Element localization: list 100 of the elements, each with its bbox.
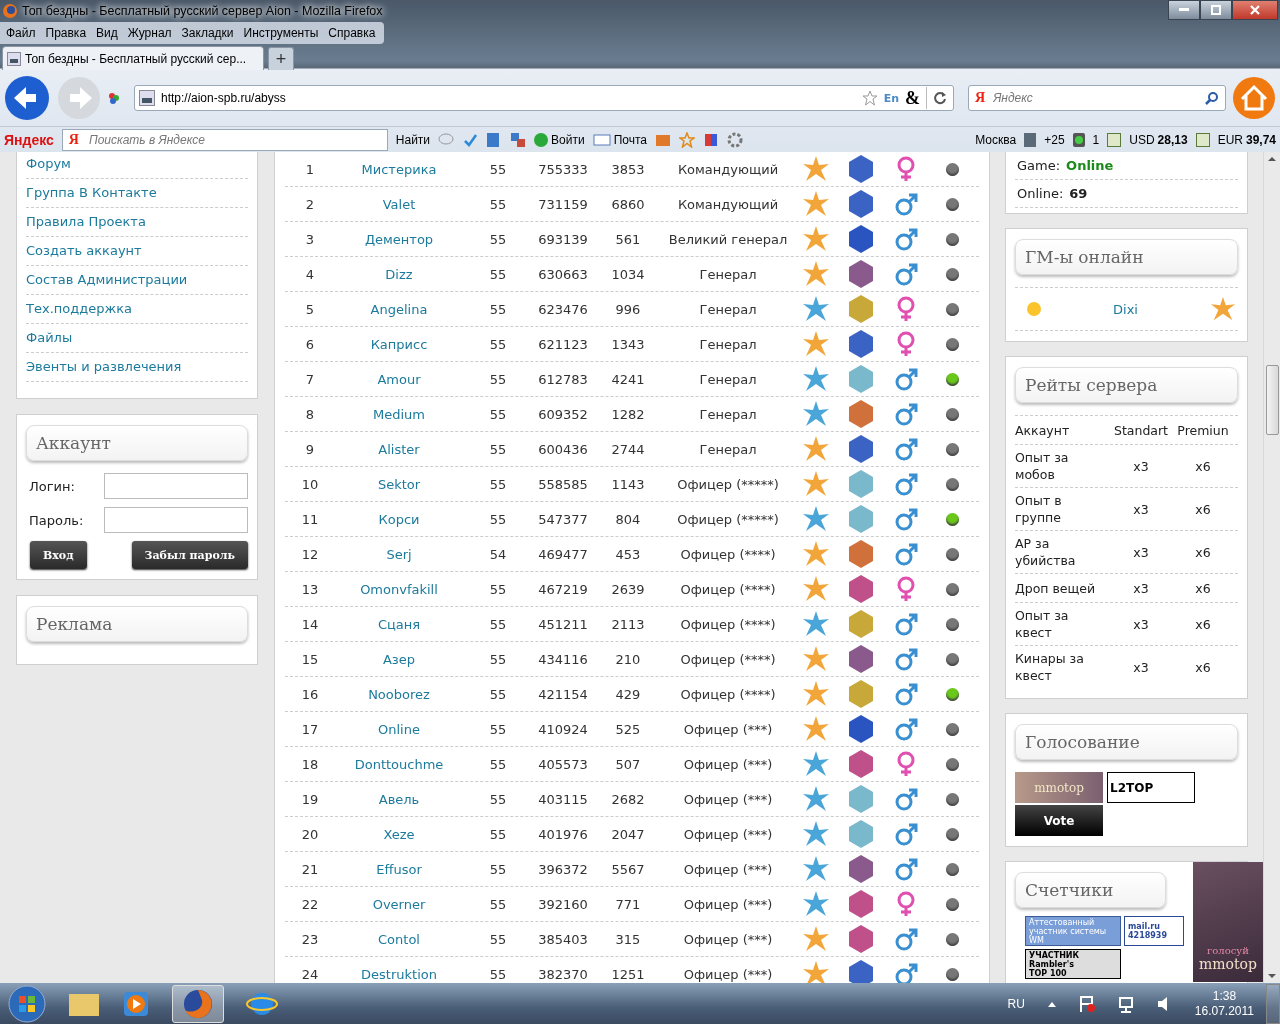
vote-banner[interactable]: Vote [1015,805,1103,836]
yandex-logo[interactable]: Яндекс [4,131,54,148]
player-link[interactable]: Medium [335,406,463,422]
player-link[interactable]: Serj [335,546,463,562]
counter-banner[interactable]: Аттестованный участник системы WM [1025,916,1121,946]
menu-item[interactable]: Файл [6,26,36,40]
nav-link[interactable]: Эвенты и развлечения [26,355,248,382]
nav-link[interactable]: Файлы [26,326,248,353]
table-cell-text: Офицер (****) [679,616,777,632]
vote-banner[interactable]: mmotop [1015,772,1103,803]
player-link[interactable]: Корси [335,511,463,527]
search-field[interactable]: Я Яндекс [968,85,1226,111]
status-label: Game: [1017,158,1061,173]
password-field[interactable] [104,507,248,533]
player-link[interactable]: Overner [335,896,463,912]
address-field[interactable]: http://aion-spb.ru/abyss En & [134,85,954,111]
weather-city[interactable]: Москва [975,132,1017,147]
table-cell-text: 429 [614,686,642,702]
forgot-password-button[interactable]: Забыл пароль [131,541,248,569]
nav-link[interactable]: Правила Проекта [26,210,248,237]
menu-item[interactable]: Вид [96,26,118,40]
player-link[interactable]: Alister [335,441,463,457]
amp-indicator[interactable]: & [905,87,920,109]
new-tab-button[interactable]: + [268,47,294,70]
find-button[interactable]: Найти [395,132,431,147]
taskbar-button[interactable] [172,984,224,1023]
login-button[interactable]: Вход [30,541,87,569]
menu-item[interactable]: Инструменты [243,26,319,40]
restore-icon [1211,5,1221,15]
start-button[interactable] [8,984,46,1023]
player-link[interactable]: Авель [335,791,463,807]
search-icon[interactable] [1205,91,1219,105]
player-link[interactable]: Nooborez [335,686,463,702]
table-cell-text: 405573 [537,756,589,772]
player-link[interactable]: Angelina [335,301,463,317]
menu-item[interactable]: Закладки [181,26,234,40]
language-indicator[interactable]: RU [1007,996,1025,1011]
traffic-icon [1072,132,1085,147]
back-button[interactable] [4,75,50,121]
field-label: Пароль: [29,512,84,528]
vote-overlay-banner[interactable]: голосуй mmotop [1193,862,1263,982]
yandex-search-field[interactable]: Я Поискать в Яндексе [61,128,388,151]
menu-item[interactable]: Правка [45,26,87,40]
player-link[interactable]: Каприсс [335,336,463,352]
player-link[interactable]: Destruktion [335,966,463,982]
nav-link[interactable]: Форум [26,152,248,179]
reload-icon[interactable] [933,91,947,105]
table-cell-text: Офицер (****) [679,581,777,597]
clock[interactable]: 1:38 16.07.2011 [1194,988,1254,1019]
player-link[interactable]: Мистерика [335,161,463,177]
nav-link[interactable]: Тех.поддержка [26,297,248,324]
counter-banner[interactable]: УЧАСТНИК Rambler's TOP 100 [1025,949,1121,979]
gm-link[interactable]: Dixi [1113,301,1138,317]
dots-icon[interactable] [108,92,120,104]
language-indicator[interactable]: En [883,91,899,105]
player-link[interactable]: Сцаня [335,616,463,632]
player-link[interactable]: Valet [335,196,463,212]
cube-icon[interactable] [703,131,719,148]
star-icon[interactable] [679,131,695,148]
player-link[interactable]: Omonvfakill [335,581,463,597]
media-player-icon[interactable] [122,989,150,1018]
nav-link[interactable]: Состав Администрации [26,268,248,295]
scrollbar-thumb[interactable] [1265,365,1279,435]
login-field[interactable] [104,473,248,499]
home-button[interactable] [1232,76,1276,120]
usd-rate[interactable]: USD 28,13 [1129,132,1188,147]
vote-banner[interactable]: L2TOP [1107,772,1195,803]
browser-tab[interactable]: Топ бездны - Бесплатный русский сер... [2,46,264,70]
player-link[interactable]: Donttouchme [335,756,463,772]
settings-icon[interactable] [727,131,743,148]
nav-link[interactable]: Группа В Контакте [26,181,248,208]
traffic-level[interactable]: 1 [1092,132,1100,147]
player-link[interactable]: Effusor [335,861,463,877]
table-cell-text: x6 [1194,543,1212,561]
network-icon[interactable] [1116,994,1135,1013]
player-link[interactable]: Contol [335,931,463,947]
login-button[interactable]: Войти [534,132,585,147]
star-icon[interactable] [861,90,878,106]
flag-icon[interactable] [1078,994,1095,1013]
player-link[interactable]: Dizz [335,266,463,282]
player-link[interactable]: Xeze [335,826,463,842]
player-link[interactable]: Дементор [335,231,463,247]
player-link[interactable]: Online [335,721,463,737]
eur-rate[interactable]: EUR 39,74 [1217,132,1276,147]
restore-button[interactable] [1200,0,1232,20]
table-cell-text: 55 [488,686,508,702]
player-link[interactable]: Азер [335,651,463,667]
player-link[interactable]: Amour [335,371,463,387]
nav-link[interactable]: Создать аккаунт [26,239,248,266]
minimize-button[interactable] [1168,0,1200,20]
counter-banner[interactable]: mail.ru 4218939 [1124,916,1184,946]
menu-item[interactable]: Журнал [127,26,172,40]
mail-button[interactable]: Почта [592,132,647,147]
menu-item[interactable]: Справка [328,26,376,40]
table-cell-text: 55 [488,196,508,212]
temperature[interactable]: +25 [1044,132,1065,147]
table-cell-text: 55 [488,966,508,982]
player-link[interactable]: Sektor [335,476,463,492]
scrollbar[interactable] [1263,152,1280,983]
close-button[interactable] [1232,0,1278,20]
